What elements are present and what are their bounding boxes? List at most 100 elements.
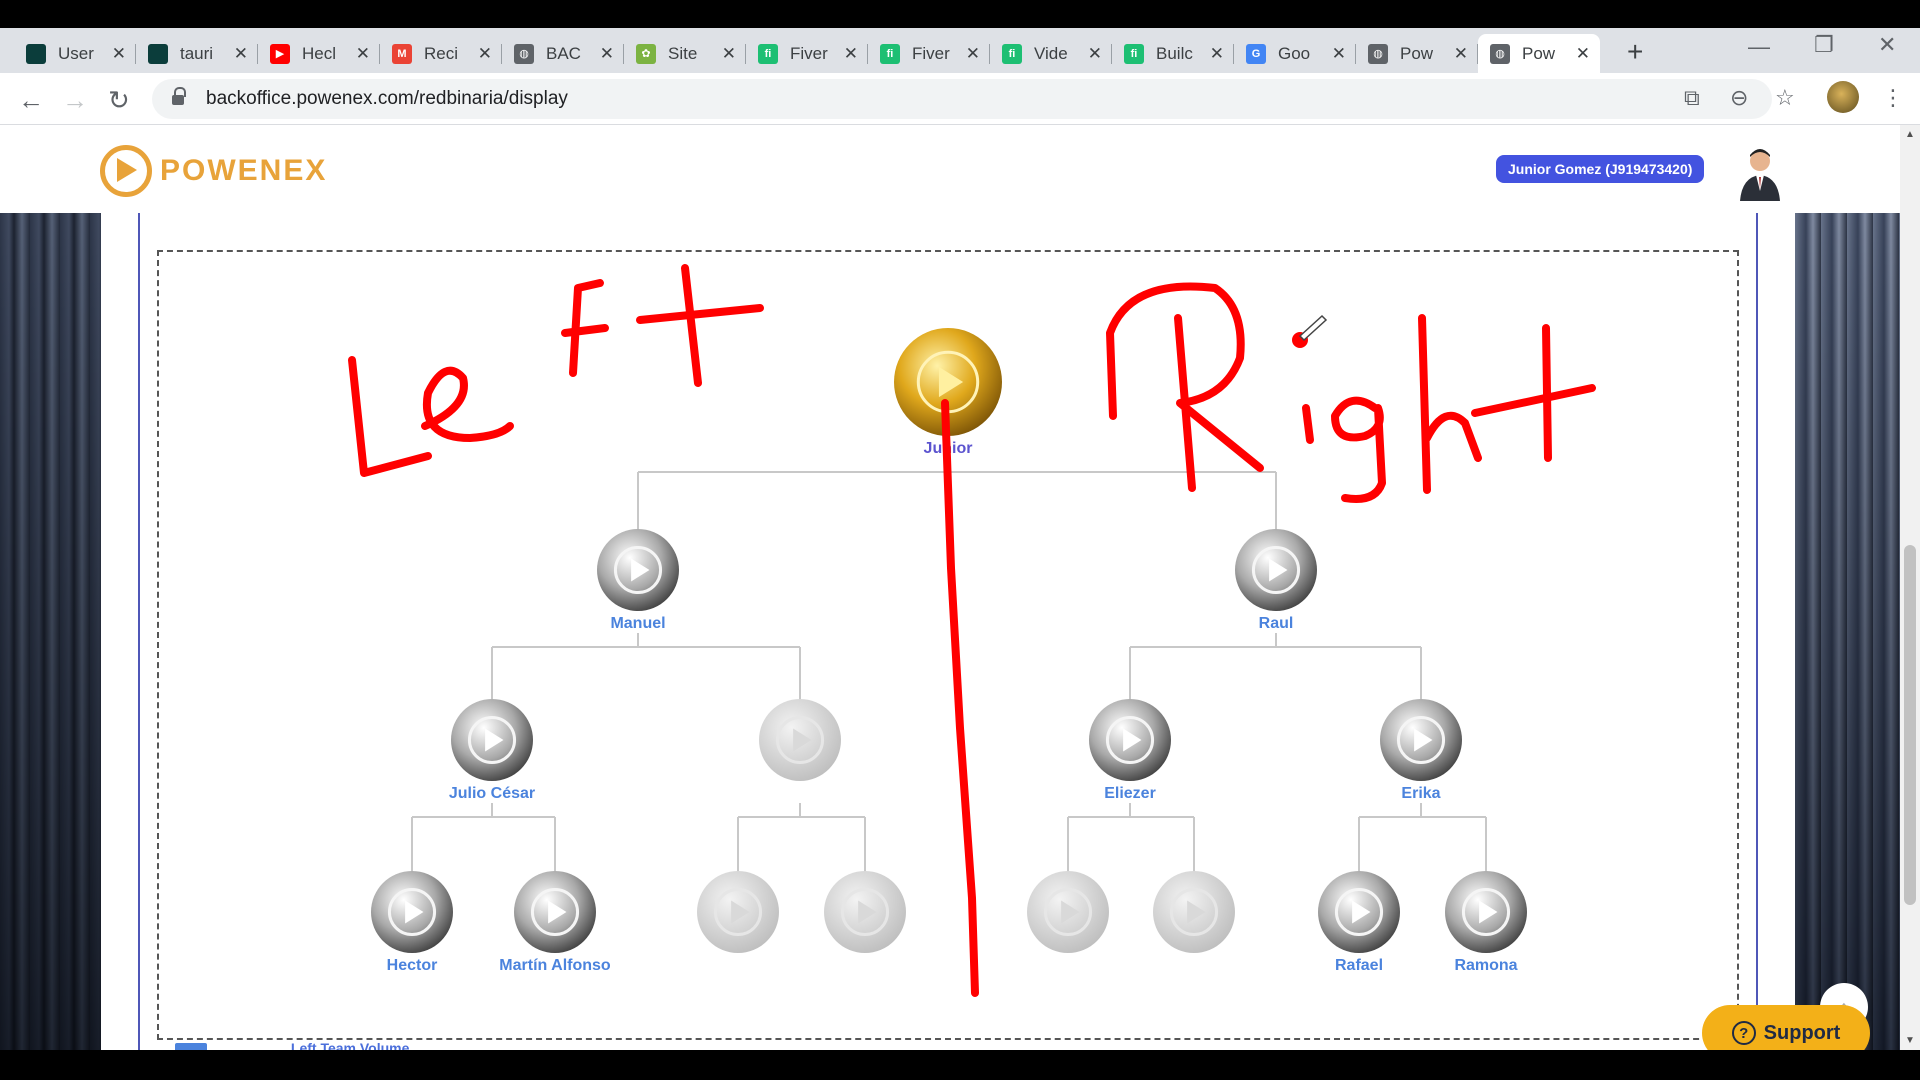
site-header: POWENEX Junior Gomez (J919473420) bbox=[0, 125, 1900, 213]
close-window-button[interactable]: ✕ bbox=[1878, 32, 1896, 58]
bookmark-star-icon[interactable]: ☆ bbox=[1775, 85, 1795, 111]
browser-tab[interactable]: fi Vide ✕ bbox=[990, 34, 1112, 73]
tab-close-icon[interactable]: ✕ bbox=[600, 44, 614, 64]
tab-title: Reci bbox=[424, 43, 459, 63]
forward-icon[interactable]: → bbox=[62, 85, 88, 116]
tab-favicon-icon: ✿ bbox=[636, 43, 656, 64]
tab-close-icon[interactable]: ✕ bbox=[1576, 44, 1590, 64]
lock-icon[interactable] bbox=[172, 87, 186, 106]
tab-favicon-icon: fi bbox=[880, 43, 900, 64]
tab-title: tauri bbox=[180, 43, 214, 63]
member-name[interactable]: Eliezer bbox=[1050, 785, 1210, 803]
member-name[interactable]: Julio César bbox=[412, 785, 572, 803]
user-avatar-icon[interactable] bbox=[1738, 147, 1782, 201]
back-icon[interactable]: ← bbox=[18, 85, 44, 116]
powenex-logo[interactable]: POWENEX bbox=[100, 145, 327, 197]
tree-connectors bbox=[371, 328, 1527, 953]
browser-tab[interactable]: User ✕ bbox=[14, 34, 136, 73]
browser-tab[interactable]: ◍ Pow ✕ bbox=[1356, 34, 1478, 73]
member-medal-icon[interactable] bbox=[451, 699, 533, 781]
browser-toolbar: ← → ↻ backoffice.powenex.com/redbinaria/… bbox=[0, 73, 1920, 125]
scrollbar-thumb[interactable] bbox=[1904, 545, 1916, 905]
empty-slot-medal-icon[interactable] bbox=[1027, 871, 1109, 953]
member-name[interactable]: Ramona bbox=[1406, 957, 1566, 975]
tab-strip: ◍ Pow ✕ ◍ Pow ✕ G Goo ✕ fi Builc ✕ fi Vide ✕ fi Fiver ✕ fi… bbox=[0, 28, 1920, 73]
address-bar[interactable]: backoffice.powenex.com/redbinaria/displa… bbox=[152, 79, 1772, 119]
browser-tab[interactable]: M Reci ✕ bbox=[380, 34, 502, 73]
browser-tab[interactable]: ✿ Site ✕ bbox=[624, 34, 746, 73]
member-name[interactable]: Martín Alfonso bbox=[475, 957, 635, 975]
profile-avatar[interactable] bbox=[1827, 81, 1859, 113]
browser-tab[interactable]: ◍ BAC ✕ bbox=[502, 34, 624, 73]
left-team-volume-label: Left Team Volume bbox=[290, 1040, 410, 1050]
root-member-name[interactable]: Junior bbox=[868, 440, 1028, 458]
tab-close-icon[interactable]: ✕ bbox=[844, 44, 858, 64]
tab-title: Hecl bbox=[302, 43, 337, 63]
minimize-button[interactable]: — bbox=[1748, 34, 1770, 60]
tab-title: Site bbox=[668, 43, 698, 63]
member-medal-icon[interactable] bbox=[1380, 699, 1462, 781]
tab-title: Goo bbox=[1278, 43, 1311, 63]
member-medal-icon[interactable] bbox=[514, 871, 596, 953]
root-member-medal-icon[interactable] bbox=[894, 328, 1002, 436]
tab-favicon-icon bbox=[148, 43, 168, 64]
tab-close-icon[interactable]: ✕ bbox=[478, 44, 492, 64]
member-name[interactable]: Erika bbox=[1341, 785, 1501, 803]
browser-tab[interactable]: ▶ Hecl ✕ bbox=[258, 34, 380, 73]
tab-favicon-icon: ◍ bbox=[514, 43, 534, 64]
tab-favicon-icon bbox=[26, 43, 46, 64]
empty-slot-medal-icon[interactable] bbox=[824, 871, 906, 953]
empty-slot-medal-icon[interactable] bbox=[759, 699, 841, 781]
restore-button[interactable]: ❐ bbox=[1814, 32, 1834, 58]
city-background-right bbox=[1795, 213, 1900, 1050]
member-medal-icon[interactable] bbox=[1318, 871, 1400, 953]
tab-close-icon[interactable]: ✕ bbox=[966, 44, 980, 64]
member-medal-icon[interactable] bbox=[1235, 529, 1317, 611]
tab-title: Fiver bbox=[912, 43, 950, 63]
member-name[interactable]: Raul bbox=[1196, 615, 1356, 633]
logo-text: POWENEX bbox=[160, 154, 328, 187]
tab-favicon-icon: G bbox=[1246, 43, 1266, 64]
browser-tab[interactable]: fi Builc ✕ bbox=[1112, 34, 1234, 73]
browser-tab[interactable]: G Goo ✕ bbox=[1234, 34, 1356, 73]
tab-favicon-icon: M bbox=[392, 43, 412, 64]
tab-favicon-icon: fi bbox=[1002, 43, 1022, 64]
tab-close-icon[interactable]: ✕ bbox=[1454, 44, 1468, 64]
member-name[interactable]: Manuel bbox=[558, 615, 718, 633]
tab-close-icon[interactable]: ✕ bbox=[112, 44, 126, 64]
member-name[interactable]: Hector bbox=[332, 957, 492, 975]
tab-title: Vide bbox=[1034, 43, 1068, 63]
page-scrollbar[interactable]: ▲ ▼ bbox=[1900, 125, 1920, 1050]
browser-tab[interactable]: ◍ Pow ✕ bbox=[1478, 34, 1600, 73]
new-tab-button[interactable]: + bbox=[1627, 36, 1643, 68]
support-button[interactable]: ? Support bbox=[1702, 1005, 1870, 1050]
member-medal-icon[interactable] bbox=[371, 871, 453, 953]
reload-icon[interactable]: ↻ bbox=[108, 85, 130, 116]
scroll-up-arrow[interactable]: ▲ bbox=[1905, 129, 1915, 140]
tab-close-icon[interactable]: ✕ bbox=[1210, 44, 1224, 64]
browser-tab[interactable]: fi Fiver ✕ bbox=[868, 34, 990, 73]
browser-tab[interactable]: fi Fiver ✕ bbox=[746, 34, 868, 73]
tab-close-icon[interactable]: ✕ bbox=[356, 44, 370, 64]
tab-close-icon[interactable]: ✕ bbox=[234, 44, 248, 64]
translate-icon[interactable]: ⧉ bbox=[1684, 85, 1700, 111]
member-medal-icon[interactable] bbox=[1089, 699, 1171, 781]
user-badge[interactable]: Junior Gomez (J919473420) bbox=[1496, 155, 1705, 183]
browser-tab[interactable]: tauri ✕ bbox=[136, 34, 258, 73]
tab-close-icon[interactable]: ✕ bbox=[722, 44, 736, 64]
empty-slot-medal-icon[interactable] bbox=[697, 871, 779, 953]
tab-title: Fiver bbox=[790, 43, 828, 63]
member-medal-icon[interactable] bbox=[1445, 871, 1527, 953]
url-text[interactable]: backoffice.powenex.com/redbinaria/displa… bbox=[206, 88, 568, 110]
powenex-logo-icon bbox=[100, 145, 152, 197]
scroll-down-arrow[interactable]: ▼ bbox=[1905, 1035, 1915, 1046]
empty-slot-medal-icon[interactable] bbox=[1153, 871, 1235, 953]
browser-menu-icon[interactable]: ⋮ bbox=[1882, 85, 1904, 111]
tab-close-icon[interactable]: ✕ bbox=[1088, 44, 1102, 64]
zoom-icon[interactable]: ⊖ bbox=[1730, 85, 1748, 111]
tab-close-icon[interactable]: ✕ bbox=[1332, 44, 1346, 64]
tab-favicon-icon: fi bbox=[758, 43, 778, 64]
tab-favicon-icon: ◍ bbox=[1490, 43, 1510, 64]
tab-favicon-icon: ◍ bbox=[1368, 43, 1388, 64]
member-medal-icon[interactable] bbox=[597, 529, 679, 611]
